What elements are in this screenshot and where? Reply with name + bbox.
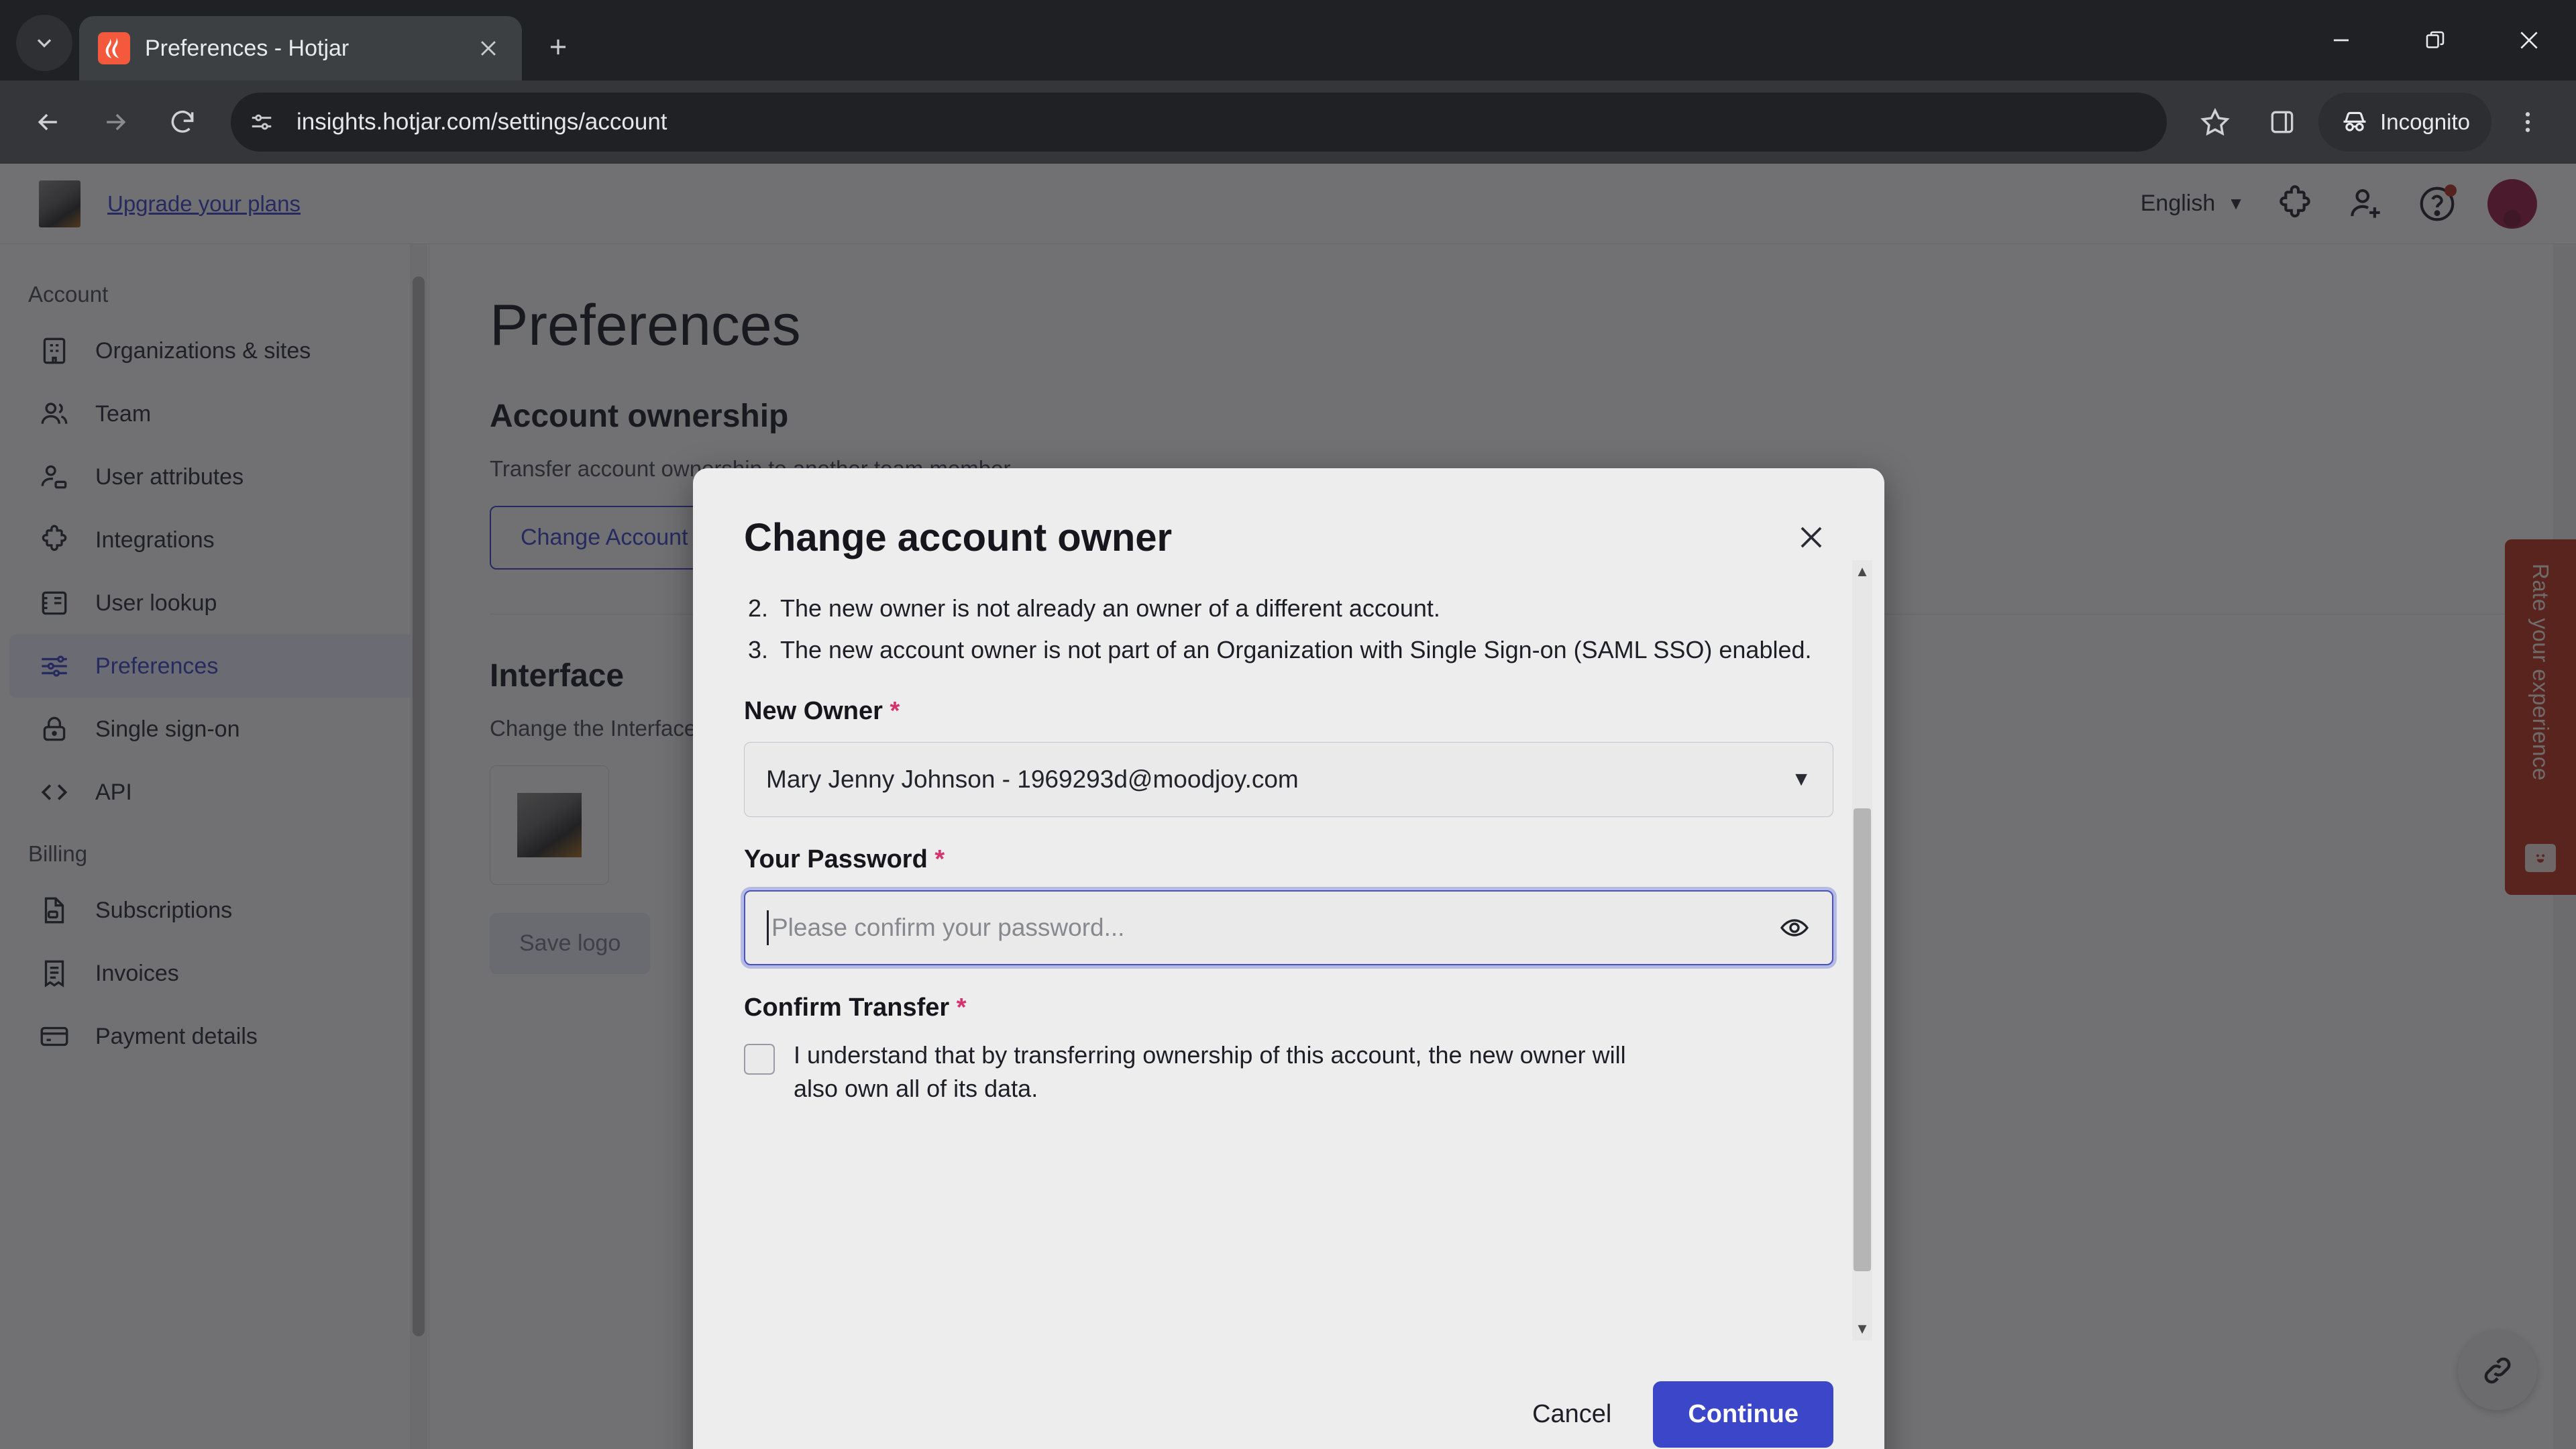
modal-header: Change account owner bbox=[693, 468, 1884, 560]
modal-scrollbar-thumb[interactable] bbox=[1854, 808, 1871, 1271]
confirm-transfer-field: Confirm Transfer * I understand that by … bbox=[744, 994, 1833, 1105]
required-marker: * bbox=[934, 845, 945, 874]
scroll-down-arrow-icon[interactable]: ▼ bbox=[1852, 1318, 1872, 1340]
confirm-transfer-checkbox[interactable] bbox=[744, 1044, 775, 1075]
modal-scrollbar[interactable]: ▲ ▼ bbox=[1852, 560, 1872, 1340]
page-viewport: Upgrade your plans English ▼ bbox=[0, 164, 2576, 1449]
chrome-menu-button[interactable] bbox=[2497, 91, 2559, 153]
password-input-wrapper[interactable]: Please confirm your password... bbox=[744, 890, 1833, 966]
confirm-transfer-label-text: Confirm Transfer bbox=[744, 994, 950, 1022]
required-marker: * bbox=[890, 697, 900, 726]
confirm-transfer-label: Confirm Transfer * bbox=[744, 994, 1833, 1022]
password-label: Your Password * bbox=[744, 845, 1833, 874]
tab-close-button[interactable] bbox=[470, 30, 507, 67]
modal-title: Change account owner bbox=[744, 516, 1173, 559]
maximize-button[interactable] bbox=[2388, 0, 2482, 80]
close-icon bbox=[481, 41, 496, 56]
restore-icon bbox=[2426, 31, 2445, 48]
modal-body: 2. The new owner is not already an owner… bbox=[693, 560, 1884, 1347]
confirm-transfer-row[interactable]: I understand that by transferring owners… bbox=[744, 1038, 1833, 1105]
arrow-right-icon bbox=[107, 113, 126, 131]
password-label-text: Your Password bbox=[744, 845, 928, 874]
new-owner-label-text: New Owner bbox=[744, 697, 883, 726]
change-account-owner-modal: Change account owner 2. The new owner is… bbox=[693, 468, 1884, 1449]
requirements-list: 2. The new owner is not already an owner… bbox=[744, 592, 1833, 666]
arrow-left-icon bbox=[38, 113, 57, 131]
address-bar[interactable]: insights.hotjar.com/settings/account bbox=[231, 93, 2167, 152]
tab-strip: Preferences - Hotjar bbox=[0, 0, 2576, 80]
requirement-text: The new owner is not already an owner of… bbox=[780, 594, 1440, 622]
site-settings-icon[interactable] bbox=[236, 97, 287, 148]
minimize-icon bbox=[2333, 39, 2349, 42]
new-owner-selected-value: Mary Jenny Johnson - 1969293d@moodjoy.co… bbox=[766, 765, 1299, 794]
requirement-item: 3. The new account owner is not part of … bbox=[744, 634, 1833, 666]
requirement-item: 2. The new owner is not already an owner… bbox=[744, 592, 1833, 625]
reload-icon bbox=[171, 110, 194, 133]
confirm-transfer-checkbox-label: I understand that by transferring owners… bbox=[794, 1041, 1626, 1103]
modal-footer: Cancel Continue bbox=[693, 1347, 1884, 1449]
chevron-down-icon bbox=[37, 39, 52, 48]
new-owner-field: New Owner * Mary Jenny Johnson - 1969293… bbox=[744, 697, 1833, 818]
incognito-indicator[interactable]: Incognito bbox=[2318, 93, 2491, 152]
incognito-label: Incognito bbox=[2380, 109, 2470, 134]
modal-close-button[interactable] bbox=[1789, 515, 1833, 559]
bookmark-button[interactable] bbox=[2184, 91, 2246, 153]
requirement-text: The new account owner is not part of an … bbox=[780, 636, 1812, 664]
new-tab-button[interactable] bbox=[539, 28, 577, 66]
required-marker: * bbox=[956, 994, 967, 1022]
eye-icon bbox=[1780, 919, 1809, 937]
incognito-icon bbox=[2343, 111, 2366, 131]
hotjar-glyph bbox=[105, 38, 119, 58]
new-owner-label: New Owner * bbox=[744, 697, 1833, 726]
browser-window: Preferences - Hotjar insights.hotjar.com… bbox=[0, 0, 2576, 1449]
back-button[interactable] bbox=[17, 91, 79, 153]
requirement-number: 3. bbox=[748, 636, 769, 664]
browser-tab[interactable]: Preferences - Hotjar bbox=[79, 16, 522, 80]
hotjar-logo-icon bbox=[98, 32, 130, 64]
cancel-button[interactable]: Cancel bbox=[1532, 1400, 1611, 1429]
password-field: Your Password * Please confirm your pass… bbox=[744, 845, 1833, 966]
side-panel-button[interactable] bbox=[2251, 91, 2313, 153]
close-icon bbox=[2520, 32, 2538, 49]
star-icon bbox=[2200, 107, 2230, 136]
browser-toolbar: insights.hotjar.com/settings/account Inc… bbox=[0, 80, 2576, 164]
close-window-button[interactable] bbox=[2482, 0, 2576, 80]
three-dot-menu-icon bbox=[2525, 112, 2530, 132]
password-input[interactable]: Please confirm your password... bbox=[771, 914, 1778, 942]
reload-button[interactable] bbox=[152, 91, 213, 153]
side-panel-icon bbox=[2271, 111, 2294, 133]
text-cursor bbox=[767, 910, 769, 946]
tune-icon bbox=[252, 114, 272, 130]
scroll-up-arrow-icon[interactable]: ▲ bbox=[1852, 560, 1872, 583]
plus-icon bbox=[550, 39, 566, 55]
minimize-button[interactable] bbox=[2294, 0, 2388, 80]
close-icon bbox=[1801, 527, 1822, 548]
forward-button[interactable] bbox=[85, 91, 146, 153]
continue-button[interactable]: Continue bbox=[1653, 1381, 1833, 1448]
chevron-down-icon: ▼ bbox=[1791, 768, 1811, 791]
window-controls bbox=[2294, 0, 2576, 80]
tab-search-button[interactable] bbox=[16, 15, 72, 71]
requirement-number: 2. bbox=[748, 594, 769, 622]
tab-title: Preferences - Hotjar bbox=[145, 35, 350, 61]
toggle-password-visibility-button[interactable] bbox=[1778, 912, 1811, 944]
url-text: insights.hotjar.com/settings/account bbox=[297, 109, 667, 135]
new-owner-select[interactable]: Mary Jenny Johnson - 1969293d@moodjoy.co… bbox=[744, 742, 1833, 818]
